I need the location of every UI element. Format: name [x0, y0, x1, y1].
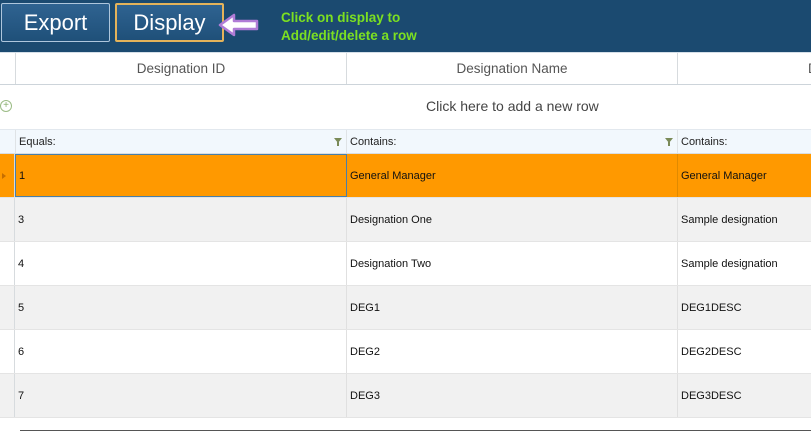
row-indicator — [0, 242, 15, 285]
cell-description[interactable]: Sample designation — [678, 198, 811, 241]
cell-description[interactable]: General Manager — [678, 154, 811, 197]
filter-indicator-cell — [0, 130, 16, 153]
filter-row: Equals: Contains: Contains: — [0, 129, 811, 154]
column-header-designation-id[interactable]: Designation ID — [16, 53, 347, 84]
table-row[interactable]: 3 Designation One Sample designation — [0, 198, 811, 242]
row-indicator — [0, 330, 15, 373]
cell-designation-name[interactable]: Designation Two — [347, 242, 678, 285]
filter-cell-designation-id[interactable]: Equals: — [16, 130, 347, 153]
column-header-description[interactable]: D — [678, 53, 811, 84]
cell-designation-id[interactable]: 1 — [15, 154, 347, 197]
display-button[interactable]: Display — [115, 3, 224, 42]
filter-operator-label: Equals: — [19, 136, 56, 148]
toolbar: Export Display Click on display to Add/e… — [0, 0, 811, 52]
table-row[interactable]: 6 DEG2 DEG2DESC — [0, 330, 811, 374]
table-row[interactable]: 4 Designation Two Sample designation — [0, 242, 811, 286]
filter-operator-label: Contains: — [681, 136, 728, 148]
column-header-row: Designation ID Designation Name D — [0, 52, 811, 85]
cell-designation-id[interactable]: 3 — [15, 198, 347, 241]
hint-line-1: Click on display to — [281, 10, 401, 25]
bottom-divider — [20, 430, 811, 431]
designation-grid: Designation ID Designation Name D + Clic… — [0, 52, 811, 433]
cell-description[interactable]: DEG2DESC — [678, 330, 811, 373]
plus-circle-icon[interactable]: + — [0, 100, 12, 112]
row-indicator — [0, 154, 15, 197]
export-button[interactable]: Export — [1, 3, 110, 42]
current-row-marker-icon — [2, 173, 6, 179]
table-row[interactable]: 1 General Manager General Manager — [0, 154, 811, 198]
table-row[interactable]: 7 DEG3 DEG3DESC — [0, 374, 811, 418]
table-row[interactable]: 5 DEG1 DEG1DESC — [0, 286, 811, 330]
left-arrow-icon — [218, 13, 259, 37]
filter-funnel-icon[interactable] — [334, 138, 342, 146]
hint-line-2: Add/edit/delete a row — [281, 28, 417, 43]
filter-funnel-icon[interactable] — [665, 138, 673, 146]
cell-description[interactable]: DEG3DESC — [678, 374, 811, 417]
cell-designation-name[interactable]: DEG1 — [347, 286, 678, 329]
filter-cell-designation-name[interactable]: Contains: — [347, 130, 678, 153]
add-new-row[interactable]: + Click here to add a new row — [0, 85, 811, 129]
cell-designation-name[interactable]: General Manager — [347, 154, 678, 197]
column-header-designation-name[interactable]: Designation Name — [347, 53, 678, 84]
hint-text: Click on display to Add/edit/delete a ro… — [281, 9, 417, 45]
add-new-row-label[interactable]: Click here to add a new row — [426, 98, 599, 114]
header-indicator-cell — [0, 53, 16, 84]
cell-designation-name[interactable]: DEG2 — [347, 330, 678, 373]
cell-designation-id[interactable]: 6 — [15, 330, 347, 373]
cell-description[interactable]: Sample designation — [678, 242, 811, 285]
cell-designation-name[interactable]: DEG3 — [347, 374, 678, 417]
filter-cell-description[interactable]: Contains: — [678, 130, 811, 153]
row-indicator — [0, 374, 15, 417]
cell-designation-id[interactable]: 5 — [15, 286, 347, 329]
filter-operator-label: Contains: — [350, 136, 397, 148]
cell-description[interactable]: DEG1DESC — [678, 286, 811, 329]
row-indicator — [0, 286, 15, 329]
cell-designation-name[interactable]: Designation One — [347, 198, 678, 241]
cell-designation-id[interactable]: 4 — [15, 242, 347, 285]
row-indicator — [0, 198, 15, 241]
cell-designation-id[interactable]: 7 — [15, 374, 347, 417]
